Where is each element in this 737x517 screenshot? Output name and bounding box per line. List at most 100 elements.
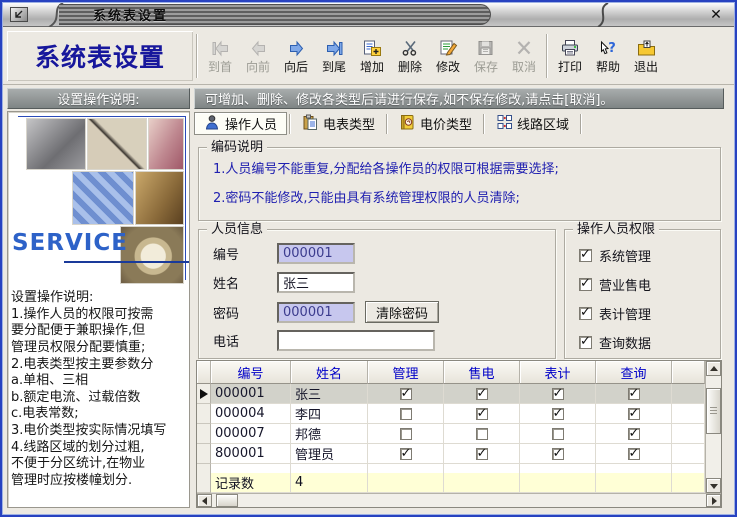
table-row[interactable]: 000004 李四 bbox=[197, 404, 705, 424]
checkbox[interactable] bbox=[476, 428, 488, 440]
clear-password-button[interactable]: 清除密码 bbox=[365, 301, 439, 323]
header-indicator-cell bbox=[197, 361, 211, 384]
tab-separator bbox=[289, 114, 291, 134]
checkbox[interactable] bbox=[579, 307, 592, 320]
record-count-value: 4 bbox=[291, 473, 368, 493]
area-blocks-icon bbox=[496, 114, 512, 134]
permission-query[interactable]: 查询数据 bbox=[579, 333, 651, 352]
window-logo-icon[interactable] bbox=[10, 7, 28, 22]
toolbar-button-edit[interactable]: 修改 bbox=[429, 31, 467, 81]
column-header[interactable]: 表计 bbox=[520, 361, 596, 384]
coding-note-title: 编码说明 bbox=[207, 140, 267, 155]
checkbox[interactable] bbox=[628, 448, 640, 460]
column-header[interactable]: 售电 bbox=[444, 361, 520, 384]
sidebar-instructions: 设置操作说明: 1.操作人员的权限可按需 要分配便于兼职操作,但 管理员权限分配… bbox=[8, 288, 189, 490]
scroll-down-button[interactable] bbox=[706, 478, 721, 493]
horizontal-scroll-track[interactable] bbox=[212, 494, 706, 507]
go-first-icon bbox=[210, 37, 231, 57]
checkbox[interactable] bbox=[552, 448, 564, 460]
id-field[interactable] bbox=[277, 243, 355, 264]
table-row[interactable]: 800001 管理员 bbox=[197, 444, 705, 464]
toolbar-button-help[interactable]: ? 帮助 bbox=[589, 31, 627, 81]
collage-image-hand bbox=[135, 171, 184, 225]
column-header[interactable]: 查询 bbox=[596, 361, 672, 384]
help-icon: ? bbox=[598, 37, 619, 57]
horizontal-scroll-thumb[interactable] bbox=[216, 494, 238, 507]
checkbox[interactable] bbox=[628, 408, 640, 420]
phone-field[interactable] bbox=[277, 330, 435, 351]
toolbar-button-last[interactable]: 到尾 bbox=[315, 31, 353, 81]
column-header[interactable]: 管理 bbox=[368, 361, 444, 384]
toolbar-button-cancel[interactable]: 取消 bbox=[505, 31, 543, 81]
collage-image-watch bbox=[120, 226, 184, 284]
add-record-icon bbox=[362, 37, 383, 57]
scroll-right-button[interactable] bbox=[706, 494, 721, 507]
header-filler-cell bbox=[672, 361, 705, 384]
collage-line-right bbox=[185, 116, 186, 280]
tab-price-types[interactable]: 电价类型 bbox=[390, 112, 481, 135]
titlebar-stripe-panel: 系统表设置 bbox=[59, 4, 491, 25]
checkbox[interactable] bbox=[476, 448, 488, 460]
checkbox[interactable] bbox=[579, 249, 592, 262]
checkbox[interactable] bbox=[400, 428, 412, 440]
vertical-scroll-thumb[interactable] bbox=[706, 388, 721, 434]
field-row-phone: 电话 bbox=[213, 330, 435, 351]
permission-system[interactable]: 系统管理 bbox=[579, 246, 651, 265]
toolbar-button-print[interactable]: 打印 bbox=[551, 31, 589, 81]
field-row-name: 姓名 bbox=[213, 272, 355, 293]
checkbox[interactable] bbox=[476, 408, 488, 420]
coding-note-group: 编码说明 1.人员编号不能重复,分配给各操作员的权限可根据需要选择; 2.密码不… bbox=[198, 147, 721, 221]
toolbar-button-delete[interactable]: 删除 bbox=[391, 31, 429, 81]
checkbox[interactable] bbox=[400, 388, 412, 400]
tab-operators[interactable]: 操作人员 bbox=[194, 112, 287, 135]
permission-sales[interactable]: 营业售电 bbox=[579, 275, 651, 294]
scroll-up-button[interactable] bbox=[706, 361, 721, 376]
table-header-row: 编号 姓名 管理 售电 表计 查询 bbox=[197, 361, 705, 384]
title-bar: 系统表设置 ✕ bbox=[3, 3, 734, 27]
checkbox[interactable] bbox=[400, 408, 412, 420]
go-last-icon bbox=[324, 37, 345, 57]
table-row[interactable]: 000007 邦德 bbox=[197, 424, 705, 444]
column-header[interactable]: 编号 bbox=[211, 361, 291, 384]
checkbox[interactable] bbox=[579, 278, 592, 291]
checkbox[interactable] bbox=[552, 408, 564, 420]
toolbar-button-add[interactable]: 增加 bbox=[353, 31, 391, 81]
cancel-icon bbox=[514, 37, 535, 57]
checkbox[interactable] bbox=[628, 428, 640, 440]
vertical-scroll-track[interactable] bbox=[706, 376, 721, 478]
checkbox[interactable] bbox=[400, 448, 412, 460]
horizontal-scrollbar[interactable] bbox=[197, 493, 721, 507]
toolbar-button-exit[interactable]: 退出 bbox=[627, 31, 665, 81]
column-header[interactable]: 姓名 bbox=[291, 361, 368, 384]
checkbox[interactable] bbox=[552, 428, 564, 440]
name-field[interactable] bbox=[277, 272, 355, 293]
delete-record-icon bbox=[400, 37, 421, 57]
price-book-icon bbox=[399, 114, 415, 134]
close-button[interactable]: ✕ bbox=[707, 6, 725, 23]
page-title: 系统表设置 bbox=[7, 31, 193, 81]
checkbox[interactable] bbox=[476, 388, 488, 400]
checkbox[interactable] bbox=[579, 336, 592, 349]
tab-line-areas[interactable]: 线路区域 bbox=[487, 112, 578, 135]
toolbar-button-prev[interactable]: 向前 bbox=[239, 31, 277, 81]
window-title: 系统表设置 bbox=[93, 5, 168, 24]
table-row[interactable]: 000001 张三 bbox=[197, 384, 705, 404]
app-window: 系统表设置 ✕ 系统表设置 到首 向前 向后 到尾 增加 删除 bbox=[0, 0, 737, 517]
toolbar-button-save[interactable]: 保存 bbox=[467, 31, 505, 81]
tab-meter-types[interactable]: 电表类型 bbox=[293, 112, 384, 135]
record-count-label: 记录数 bbox=[211, 473, 291, 493]
checkbox[interactable] bbox=[628, 388, 640, 400]
scroll-left-button[interactable] bbox=[197, 494, 212, 507]
vertical-scrollbar[interactable] bbox=[705, 361, 721, 493]
permissions-group: 操作人员权限 系统管理 营业售电 表计管理 查询数据 bbox=[564, 229, 721, 359]
permissions-title: 操作人员权限 bbox=[573, 222, 659, 237]
toolbar-button-first[interactable]: 到首 bbox=[201, 31, 239, 81]
clipboard-icon bbox=[302, 114, 318, 134]
checkbox[interactable] bbox=[552, 388, 564, 400]
permission-meter[interactable]: 表计管理 bbox=[579, 304, 651, 323]
password-field[interactable] bbox=[277, 302, 355, 323]
toolbar-button-next[interactable]: 向后 bbox=[277, 31, 315, 81]
table-footer-row: 记录数 4 bbox=[197, 473, 705, 493]
collage-line-top bbox=[18, 116, 186, 117]
save-icon bbox=[476, 37, 497, 57]
